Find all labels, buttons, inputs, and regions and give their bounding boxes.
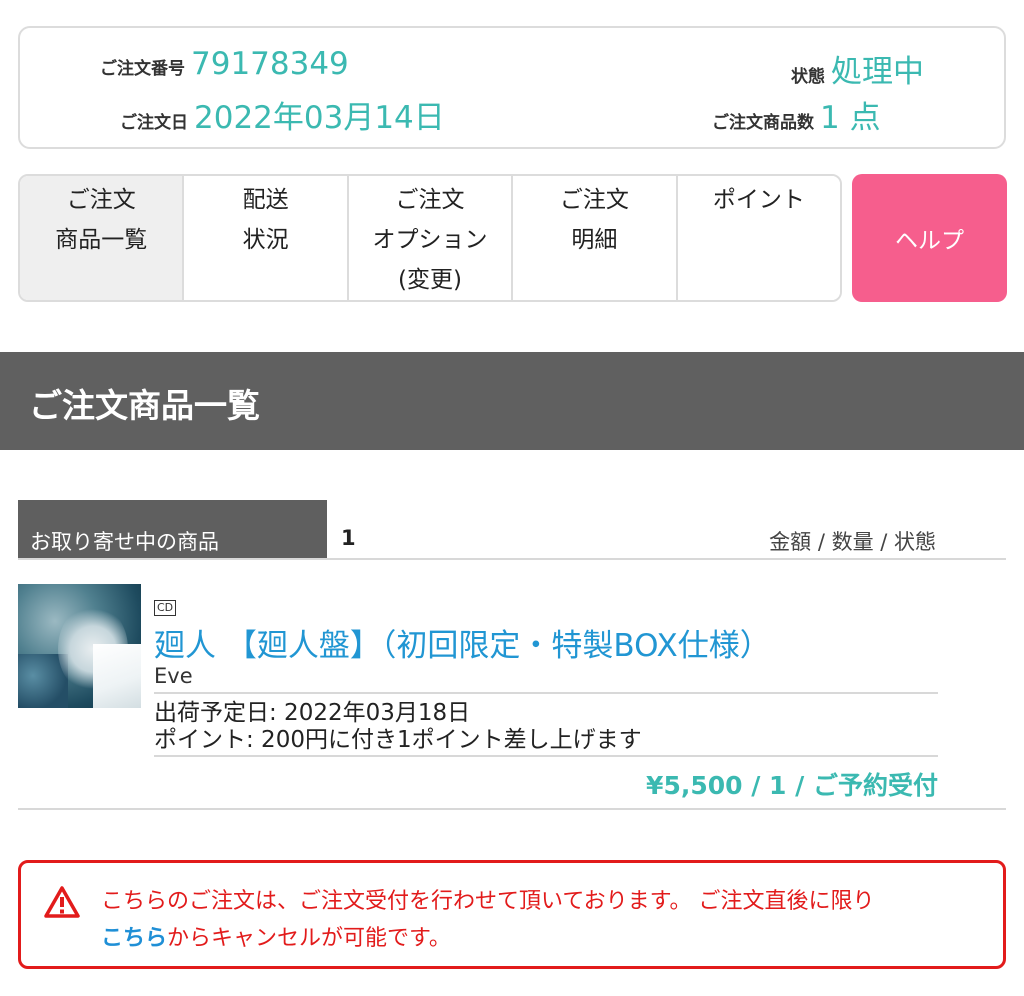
notice-line-2: こちらからキャンセルが可能です。 xyxy=(101,920,874,957)
tab-label: オプション xyxy=(372,227,488,253)
divider xyxy=(154,755,938,757)
order-status-row: 状態 処理中 xyxy=(791,46,924,91)
product-title-link[interactable]: 廻人 【廻人盤】（初回限定・特製BOX仕様） xyxy=(154,620,771,665)
section-header: ご注文商品一覧 xyxy=(0,352,1024,450)
notice-line-1: こちらのご注文は、ご注文受付を行わせて頂いております。 ご注文直後に限り xyxy=(101,889,875,914)
tab-delivery-status[interactable]: 配送 状況 xyxy=(184,176,349,300)
order-number-label: ご注文番号 xyxy=(100,59,185,79)
tab-label: ご注文 xyxy=(66,187,136,213)
tab-label: 配送 xyxy=(242,187,289,213)
tab-order-options[interactable]: ご注文 オプション (変更) xyxy=(348,176,514,300)
section-title: ご注文商品一覧 xyxy=(29,386,260,425)
order-count-label: ご注文商品数 xyxy=(712,113,814,133)
backorder-items-label: お取り寄せ中の商品 xyxy=(18,500,327,558)
price-qty-status-header: 金額 / 数量 / 状態 xyxy=(769,530,936,554)
warning-icon xyxy=(44,886,80,918)
tab-label: ご注文 xyxy=(559,187,629,213)
notice-line-2-text: からキャンセルが可能です。 xyxy=(167,926,451,951)
notice-text: こちらのご注文は、ご注文受付を行わせて頂いております。 ご注文直後に限り こちら… xyxy=(101,883,874,957)
tab-label: ポイント xyxy=(712,187,805,213)
tab-label: 商品一覧 xyxy=(55,227,148,253)
ship-date: 出荷予定日: 2022年03月18日 xyxy=(154,700,471,726)
product-artist: Eve xyxy=(154,664,193,688)
order-number-row: ご注文番号 79178349 xyxy=(100,46,349,82)
tab-points[interactable]: ポイント xyxy=(677,176,840,300)
tab-order-items[interactable]: ご注文 商品一覧 xyxy=(20,176,185,300)
tab-order-details[interactable]: ご注文 明細 xyxy=(513,176,678,300)
cancel-link[interactable]: こちら xyxy=(101,926,167,951)
divider xyxy=(154,692,938,694)
order-date: 2022年03月14日 xyxy=(194,100,445,136)
tab-label: ご注文 xyxy=(395,187,465,213)
order-date-label: ご注文日 xyxy=(120,113,188,133)
tab-label: 明細 xyxy=(571,227,618,253)
tab-label: 状況 xyxy=(242,227,289,253)
help-button[interactable]: ヘルプ xyxy=(852,174,1007,302)
divider xyxy=(18,808,1006,810)
order-status-label: 状態 xyxy=(791,67,825,87)
product-thumbnail[interactable] xyxy=(18,584,141,708)
order-count: 1 点 xyxy=(820,100,881,136)
points-info: ポイント: 200円に付き1ポイント差し上げます xyxy=(154,727,642,753)
order-tabs: ご注文 商品一覧 配送 状況 ご注文 オプション (変更) ご注文 明細 ポイン… xyxy=(18,174,842,302)
order-number: 79178349 xyxy=(191,46,349,82)
backorder-items-count: 1 xyxy=(341,526,356,550)
order-date-row: ご注文日 2022年03月14日 xyxy=(120,92,445,137)
cd-format-badge: CD xyxy=(154,600,177,616)
price-qty-status: ¥5,500 / 1 / ご予約受付 xyxy=(646,771,938,800)
order-status: 処理中 xyxy=(831,54,924,90)
order-summary-box: ご注文番号 79178349 ご注文日 2022年03月14日 状態 処理中 ご… xyxy=(18,26,1006,149)
cancel-notice: こちらのご注文は、ご注文受付を行わせて頂いております。 ご注文直後に限り こちら… xyxy=(18,860,1006,969)
tab-label: (変更) xyxy=(398,267,462,293)
order-count-row: ご注文商品数 1 点 xyxy=(712,92,881,137)
items-list-header: お取り寄せ中の商品 1 金額 / 数量 / 状態 xyxy=(18,500,1006,560)
